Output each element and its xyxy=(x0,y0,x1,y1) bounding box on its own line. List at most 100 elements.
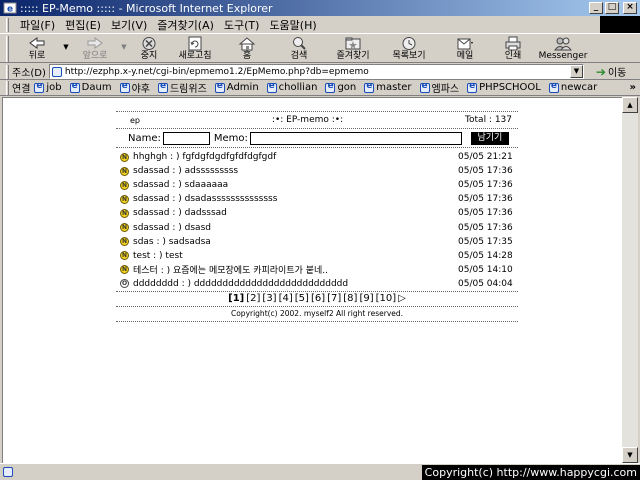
search-label: 검색 xyxy=(290,51,308,61)
page-link-7[interactable]: [7] xyxy=(327,293,341,304)
memo-date: 05/05 04:04 xyxy=(458,278,513,289)
memo-text: hhghgh : ) fgfdgfdgdfgfdfdgfgdf xyxy=(133,152,277,163)
standard-toolbar: 뒤로 ▼ 앞으로 ▼ 중지 새로고침 홈 검색 즐겨찾기 목록보기 메일 인쇄 … xyxy=(0,35,640,63)
mail-icon xyxy=(457,38,473,50)
links-more-chevron-icon[interactable]: » xyxy=(630,82,636,93)
toolbar-grip[interactable] xyxy=(6,80,9,95)
favorites-button[interactable]: 즐겨찾기 xyxy=(325,35,381,63)
list-item: Nsdassad : ) dsasd 05/05 17:36 xyxy=(116,220,518,234)
forward-dropdown-icon[interactable]: ▼ xyxy=(119,35,129,51)
page-link-9[interactable]: [9] xyxy=(359,293,373,304)
page-link-5[interactable]: [5] xyxy=(295,293,309,304)
page-link-4[interactable]: [4] xyxy=(279,293,293,304)
list-item: Nhhghgh : ) fgfdgfdgdfgfdfdgfgdf 05/05 21… xyxy=(116,150,518,164)
page-link-8[interactable]: [8] xyxy=(343,293,357,304)
go-button[interactable]: ➔ 이동 xyxy=(596,64,627,80)
link-label: Daum xyxy=(81,82,112,93)
links-label: 연결 xyxy=(12,84,31,95)
link-dreamwiz[interactable]: 드림위즈 xyxy=(157,80,207,95)
new-badge-icon: N xyxy=(120,251,129,261)
home-label: 홈 xyxy=(242,51,252,61)
toolbar-grip[interactable] xyxy=(6,17,9,32)
link-ie-icon xyxy=(364,81,375,93)
memo-date: 05/05 17:36 xyxy=(458,194,513,205)
link-yahoo[interactable]: 야후 xyxy=(119,80,150,95)
scroll-down-icon[interactable]: ▼ xyxy=(622,447,638,463)
name-input[interactable] xyxy=(162,131,210,145)
address-input[interactable]: http://ezphp.x-y.net/cgi-bin/epmemo1.2/E… xyxy=(48,64,584,79)
menu-file[interactable]: 파일(F) xyxy=(15,17,60,33)
ep-logo: ep xyxy=(130,115,140,125)
home-button[interactable]: 홈 xyxy=(221,35,273,63)
memo-date: 05/05 14:28 xyxy=(458,250,513,261)
memo-text: sdassad : ) dadsssad xyxy=(133,208,227,219)
next-page-icon[interactable]: ▷ xyxy=(398,293,406,304)
link-newcar[interactable]: newcar xyxy=(548,81,597,93)
link-chollian[interactable]: chollian xyxy=(266,81,318,93)
memo-form: Name: Memo: 남기기 xyxy=(116,129,518,147)
menu-view[interactable]: 보기(V) xyxy=(106,17,152,33)
close-button[interactable]: × xyxy=(623,2,637,14)
new-badge-icon: N xyxy=(120,237,129,247)
minimize-button[interactable]: _ xyxy=(589,2,603,14)
menu-favorites[interactable]: 즐겨찾기(A) xyxy=(152,17,219,33)
page-link-6[interactable]: [6] xyxy=(311,293,325,304)
memo-list: Nhhghgh : ) fgfdgfdgdfgfdfdgfgdf 05/05 21… xyxy=(116,148,518,291)
menu-edit[interactable]: 편집(E) xyxy=(60,17,106,33)
menu-help[interactable]: 도움말(H) xyxy=(264,17,321,33)
toolbar-grip[interactable] xyxy=(6,36,9,62)
address-dropdown-icon[interactable]: ▼ xyxy=(569,65,583,78)
link-job[interactable]: job xyxy=(34,81,62,93)
new-badge-icon: N xyxy=(120,194,129,204)
page-link-3[interactable]: [3] xyxy=(262,293,276,304)
link-label: master xyxy=(376,82,412,93)
page-link-1[interactable]: [1] xyxy=(228,293,244,304)
link-admin[interactable]: Admin xyxy=(214,81,259,93)
mail-label: 메일 xyxy=(456,51,474,61)
home-icon xyxy=(238,37,256,51)
search-button[interactable]: 검색 xyxy=(273,35,325,63)
address-url[interactable]: http://ezphp.x-y.net/cgi-bin/epmemo1.2/E… xyxy=(65,67,570,77)
memo-text: sdassad : ) sdaaaaaa xyxy=(133,180,229,191)
menu-tools[interactable]: 도구(T) xyxy=(219,17,265,33)
page-link-10[interactable]: [10] xyxy=(376,293,397,304)
link-ie-icon xyxy=(119,81,130,93)
mail-button[interactable]: 메일 xyxy=(437,35,493,63)
stop-icon xyxy=(142,37,156,50)
memo-board: ep :•: EP-memo :•: Total : 137 Name: Mem… xyxy=(116,111,518,322)
memo-date: 05/05 14:10 xyxy=(458,264,513,275)
history-label: 목록보기 xyxy=(392,51,426,61)
refresh-button[interactable]: 새로고침 xyxy=(169,35,221,63)
messenger-people-icon xyxy=(554,37,572,51)
link-master[interactable]: master xyxy=(364,81,412,93)
link-daum[interactable]: Daum xyxy=(69,81,112,93)
memo-header: ep :•: EP-memo :•: Total : 137 xyxy=(116,112,518,128)
page-link-2[interactable]: [2] xyxy=(246,293,260,304)
print-button[interactable]: 인쇄 xyxy=(493,35,533,63)
board-title: :•: EP-memo :•: xyxy=(271,115,344,125)
link-label: chollian xyxy=(278,82,318,93)
stop-label: 중지 xyxy=(140,51,158,61)
link-empas[interactable]: 엠파스 xyxy=(419,80,459,95)
stop-button[interactable]: 중지 xyxy=(129,35,169,63)
link-phpschool[interactable]: PHPSCHOOL xyxy=(467,81,541,93)
search-icon xyxy=(293,37,306,50)
link-gon[interactable]: gon xyxy=(325,81,356,93)
messenger-button[interactable]: Messenger xyxy=(533,35,593,63)
toolbar-grip[interactable] xyxy=(6,64,9,79)
windows-logo-icon xyxy=(600,16,640,33)
vertical-scrollbar[interactable]: ▲ ▼ xyxy=(622,97,638,463)
link-label: 야후 xyxy=(131,84,150,95)
history-button[interactable]: 목록보기 xyxy=(381,35,437,63)
submit-button[interactable]: 남기기 xyxy=(470,131,509,145)
back-dropdown-icon[interactable]: ▼ xyxy=(61,35,71,51)
go-label: 이동 xyxy=(607,68,627,79)
title-bar: e ::::: EP-Memo ::::: - Microsoft Intern… xyxy=(0,0,640,16)
memo-input[interactable] xyxy=(249,131,462,145)
memo-text: test : ) test xyxy=(133,250,183,261)
forward-button[interactable]: 앞으로 xyxy=(71,35,119,63)
back-button[interactable]: 뒤로 xyxy=(13,35,61,63)
scroll-up-icon[interactable]: ▲ xyxy=(622,97,638,113)
link-label: Admin xyxy=(226,82,259,93)
maximize-button[interactable]: □ xyxy=(605,2,619,14)
